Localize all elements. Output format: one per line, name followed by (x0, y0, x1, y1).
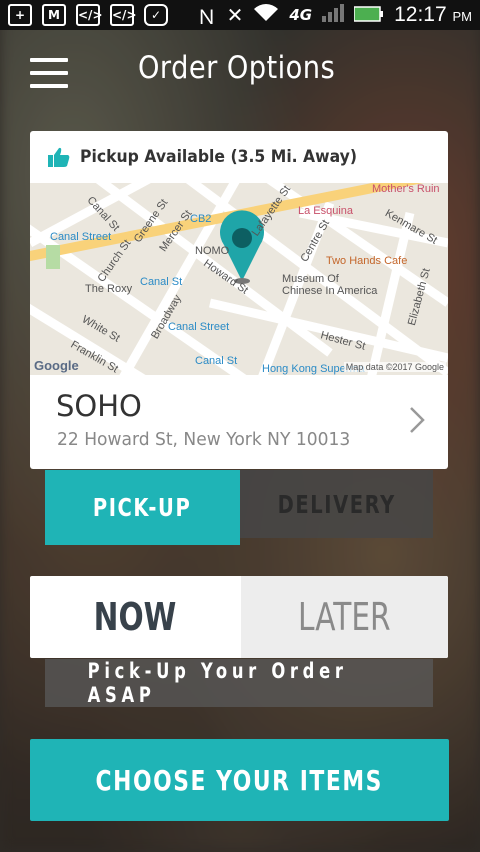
pickup-option-button[interactable]: PICK-UP (45, 470, 240, 545)
store-address: 22 Howard St, New York NY 10013 (57, 429, 351, 450)
location-card: Pickup Available (3.5 Mi. Away) Canal St… (30, 131, 448, 469)
delivery-option-button[interactable]: DELIVERY (240, 470, 433, 538)
code-icon: </> (76, 4, 103, 26)
now-option-button[interactable]: NOW (30, 576, 241, 658)
battery-icon (353, 3, 384, 27)
nfc-icon: Ｎ (196, 4, 217, 29)
mute-icon: ✕ (226, 3, 244, 27)
later-option-label: LATER (298, 595, 391, 639)
map-label: Canal Street (168, 321, 230, 333)
clock: 12:17 PM (394, 3, 472, 26)
pickup-availability: Pickup Available (3.5 Mi. Away) (30, 131, 448, 183)
timing-hint: Pick-Up Your Order ASAP (45, 659, 433, 707)
wifi-icon (253, 3, 279, 28)
status-bar: + M </> </> ✓ Ｎ ✕ 4G 12:17 PM (0, 0, 480, 30)
store-location-row[interactable]: SOHO 22 Howard St, New York NY 10013 (30, 375, 448, 469)
system-icons: Ｎ ✕ 4G 12:17 PM (197, 1, 472, 30)
add-icon: + (8, 4, 32, 26)
map-label: Canal Street (50, 231, 112, 243)
code-icon-2: </> (110, 4, 137, 26)
map-label: Two Hands Cafe (326, 255, 408, 267)
map-label: La Esquina (298, 205, 354, 217)
choose-items-button[interactable]: CHOOSE YOUR ITEMS (30, 739, 449, 821)
park-area (46, 245, 60, 269)
page-title: Order Options (138, 50, 336, 86)
thumbs-up-icon (48, 147, 70, 167)
notification-icons: + M </> </> ✓ (8, 4, 168, 26)
delivery-option-label: DELIVERY (277, 489, 396, 519)
timing-hint-text: Pick-Up Your Order ASAP (87, 659, 348, 707)
store-name: SOHO (56, 389, 142, 423)
pickup-availability-text: Pickup Available (3.5 Mi. Away) (80, 147, 358, 167)
map-label: Mother's Ruin (372, 183, 440, 195)
hamburger-menu-icon[interactable] (30, 58, 68, 88)
pickup-option-label: PICK-UP (93, 493, 192, 522)
map-label: CB2 (190, 213, 212, 225)
map-label: Museum Of (282, 273, 339, 285)
order-type-toggle: PICK-UP DELIVERY (45, 470, 433, 545)
map-label: NOMO (195, 245, 230, 257)
google-logo: Google (34, 358, 79, 373)
app-header: Order Options (0, 30, 480, 116)
choose-items-label: CHOOSE YOUR ITEMS (95, 763, 384, 797)
now-option-label: NOW (94, 595, 177, 639)
map-label: Canal St (195, 355, 238, 367)
network-label: 4G (289, 6, 313, 24)
signal-icon (322, 3, 345, 27)
map-label: The Roxy (85, 283, 133, 295)
chevron-right-icon[interactable] (408, 405, 426, 435)
store-map[interactable]: Canal Street Canal St Greene St Mercer S… (30, 183, 448, 375)
map-attribution: Map data ©2017 Google (343, 362, 446, 372)
map-label: Canal St (140, 276, 183, 288)
mail-icon: M (42, 4, 66, 26)
map-label: Chinese In America (282, 285, 378, 297)
timing-toggle: NOW LATER (30, 576, 448, 658)
later-option-button[interactable]: LATER (241, 576, 448, 658)
check-icon: ✓ (144, 4, 168, 26)
